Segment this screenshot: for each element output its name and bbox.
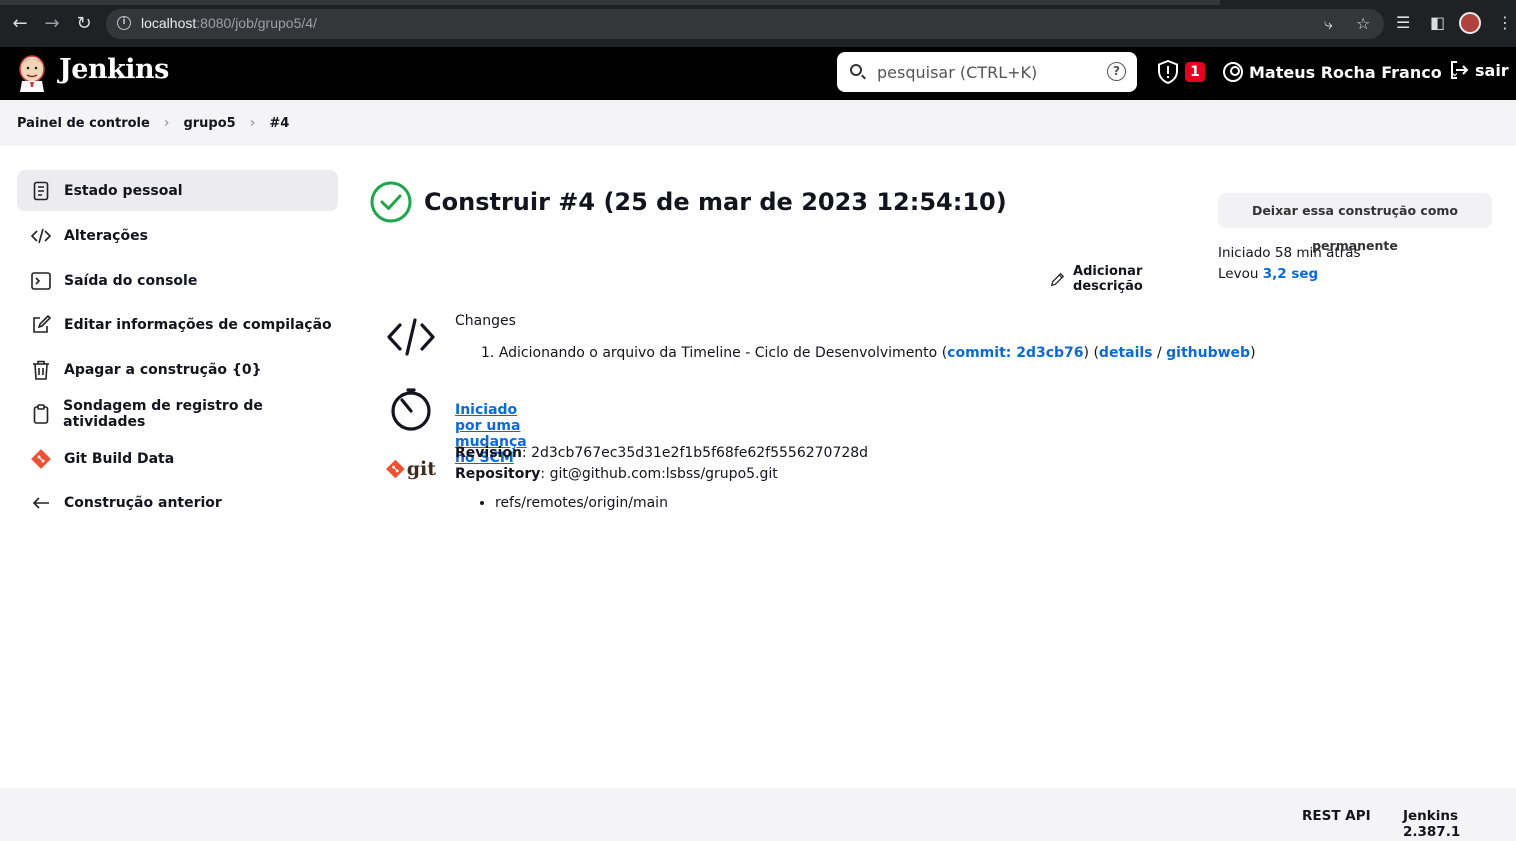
sidebar-item-label: Construção anterior xyxy=(64,495,222,512)
git-icon xyxy=(386,459,405,479)
branch-item: refs/remotes/origin/main xyxy=(495,495,868,511)
side-panel-icon[interactable]: ◧ xyxy=(1430,13,1445,33)
githubweb-link[interactable]: githubweb xyxy=(1166,345,1250,361)
page-title: Construir #4 (25 de mar de 2023 12:54:10… xyxy=(424,188,1007,216)
details-link[interactable]: details xyxy=(1099,345,1153,361)
arrow-left-icon xyxy=(31,493,51,513)
revision-value: 2d3cb767ec35d31e2f1b5f68fe62f5556270728d xyxy=(531,445,869,461)
trash-icon xyxy=(31,360,51,380)
git-body: Revision: 2d3cb767ec35d31e2f1b5f68fe62f5… xyxy=(455,443,868,511)
git-icon xyxy=(31,448,51,469)
chevron-right-icon: › xyxy=(163,115,170,131)
sidebar-item-git-build-data[interactable]: Git Build Data xyxy=(17,437,338,482)
footer: REST API Jenkins 2.387.1 xyxy=(0,788,1516,841)
change-list-item: 1. Adicionando o arquivo da Timeline - C… xyxy=(481,345,1256,361)
build-info: Iniciado 58 min atrás Levou 3,2 seg xyxy=(1218,243,1361,285)
sidebar-item-previous-build[interactable]: Construção anterior xyxy=(17,481,338,526)
forward-icon[interactable]: → xyxy=(41,13,63,35)
sidebar-item-label: Sondagem de registro de atividades xyxy=(63,398,263,431)
jenkins-header: Jenkins ? 1 Mateus Rocha Franco ⌄ sair xyxy=(0,47,1516,100)
jenkins-version-link[interactable]: Jenkins 2.387.1 xyxy=(1403,808,1516,840)
started-ago: Iniciado 58 min atrás xyxy=(1218,245,1361,261)
repository-line: Repository: git@github.com:lsbss/grupo5.… xyxy=(455,466,778,482)
jenkins-logo-icon[interactable] xyxy=(16,54,48,92)
document-icon xyxy=(31,181,51,201)
bookmark-star-icon[interactable]: ☆ xyxy=(1356,14,1370,34)
security-badge[interactable]: 1 xyxy=(1185,62,1205,82)
sidebar-item-polling-log[interactable]: Sondagem de registro de atividades xyxy=(17,392,338,437)
media-icon[interactable]: ☰ xyxy=(1396,13,1410,33)
add-description-button[interactable]: Adicionar descrição xyxy=(1050,264,1200,294)
browser-profile-avatar[interactable] xyxy=(1459,12,1481,34)
revision-label: Revision xyxy=(455,445,522,461)
repository-value: git@github.com:lsbss/grupo5.git xyxy=(549,466,778,482)
code-icon xyxy=(31,226,51,246)
url-text[interactable]: localhost:8080/job/grupo5/4/ xyxy=(141,15,317,31)
breadcrumb-dashboard[interactable]: Painel de controle xyxy=(17,116,150,131)
sidebar-item-label: Saída do console xyxy=(64,272,198,289)
commit-link[interactable]: commit: 2d3cb76 xyxy=(947,345,1083,361)
clipboard-icon xyxy=(31,404,50,425)
search-box[interactable]: ? xyxy=(837,52,1137,92)
back-icon[interactable]: ← xyxy=(9,13,31,35)
address-bar[interactable]: i localhost:8080/job/grupo5/4/ ⤷ ☆ xyxy=(106,9,1384,39)
chevron-right-icon: › xyxy=(249,115,256,131)
logout-link[interactable]: sair xyxy=(1449,60,1509,80)
changes-heading: Changes xyxy=(455,313,516,329)
user-name[interactable]: Mateus Rocha Franco xyxy=(1249,63,1442,82)
changes-body: Changes 1. Adicionando o arquivo da Time… xyxy=(455,313,1256,361)
sidebar-item-label: Alterações xyxy=(64,228,148,245)
took-label: Levou xyxy=(1218,266,1259,282)
breadcrumb-job[interactable]: grupo5 xyxy=(183,116,235,131)
change-message: Adicionando o arquivo da Timeline - Cicl… xyxy=(498,345,938,361)
git-logo-text: git xyxy=(406,458,436,480)
sidebar-item-console[interactable]: Saída do console xyxy=(17,259,338,304)
search-icon xyxy=(850,64,862,76)
build-title-row: Construir #4 (25 de mar de 2023 12:54:10… xyxy=(370,181,1007,223)
sidebar-item-delete-build[interactable]: Apagar a construção {0} xyxy=(17,348,338,393)
keep-build-forever-button[interactable]: Deixar essa construção como permanente xyxy=(1218,193,1492,253)
site-info-icon[interactable]: i xyxy=(117,16,131,30)
rest-api-link[interactable]: REST API xyxy=(1302,808,1371,824)
revision-line: Revision: 2d3cb767ec35d31e2f1b5f68fe62f5… xyxy=(455,445,869,461)
sidebar: Estado pessoal Alterações Saída do conso… xyxy=(17,170,338,526)
repository-label: Repository xyxy=(455,466,541,482)
tab-strip xyxy=(0,0,1220,5)
code-icon xyxy=(387,318,435,356)
change-number: 1. xyxy=(481,345,495,361)
help-icon[interactable]: ? xyxy=(1107,62,1126,81)
sidebar-item-label: Estado pessoal xyxy=(64,182,183,199)
app-title[interactable]: Jenkins xyxy=(59,54,169,85)
duration-link[interactable]: 3,2 seg xyxy=(1263,266,1318,282)
user-menu[interactable]: Mateus Rocha Franco ⌄ xyxy=(1223,60,1460,84)
logout-label[interactable]: sair xyxy=(1475,61,1509,80)
breadcrumb-build[interactable]: #4 xyxy=(269,116,289,131)
git-logo: git xyxy=(386,444,436,494)
add-description-label[interactable]: Adicionar descrição xyxy=(1073,264,1200,294)
edit-icon xyxy=(31,315,51,335)
sidebar-item-changes[interactable]: Alterações xyxy=(17,214,338,259)
timer-icon xyxy=(391,388,431,431)
breadcrumb: Painel de controle › grupo5 › #4 xyxy=(0,100,1516,146)
sidebar-item-label: Apagar a construção {0} xyxy=(64,361,262,378)
reload-icon[interactable]: ↻ xyxy=(73,13,95,35)
browser-menu-icon[interactable]: ⋮ xyxy=(1497,13,1513,33)
terminal-icon xyxy=(31,271,51,291)
search-input[interactable] xyxy=(877,60,1097,84)
share-icon[interactable]: ⤷ xyxy=(1324,14,1333,34)
logout-icon xyxy=(1451,61,1469,79)
sidebar-item-edit-build-info[interactable]: Editar informações de compilação xyxy=(17,303,338,348)
pencil-icon xyxy=(1050,272,1065,286)
duration-line: Levou 3,2 seg xyxy=(1218,264,1361,285)
success-check-icon xyxy=(370,181,412,223)
sidebar-item-status[interactable]: Estado pessoal xyxy=(17,170,338,211)
browser-chrome: ← → ↻ i localhost:8080/job/grupo5/4/ ⤷ ☆… xyxy=(0,0,1516,47)
sidebar-item-label: Editar informações de compilação xyxy=(64,317,332,334)
sidebar-item-label: Git Build Data xyxy=(64,450,175,467)
user-icon xyxy=(1223,62,1243,82)
branch-list: refs/remotes/origin/main xyxy=(455,495,868,511)
security-shield-icon[interactable] xyxy=(1157,60,1179,84)
